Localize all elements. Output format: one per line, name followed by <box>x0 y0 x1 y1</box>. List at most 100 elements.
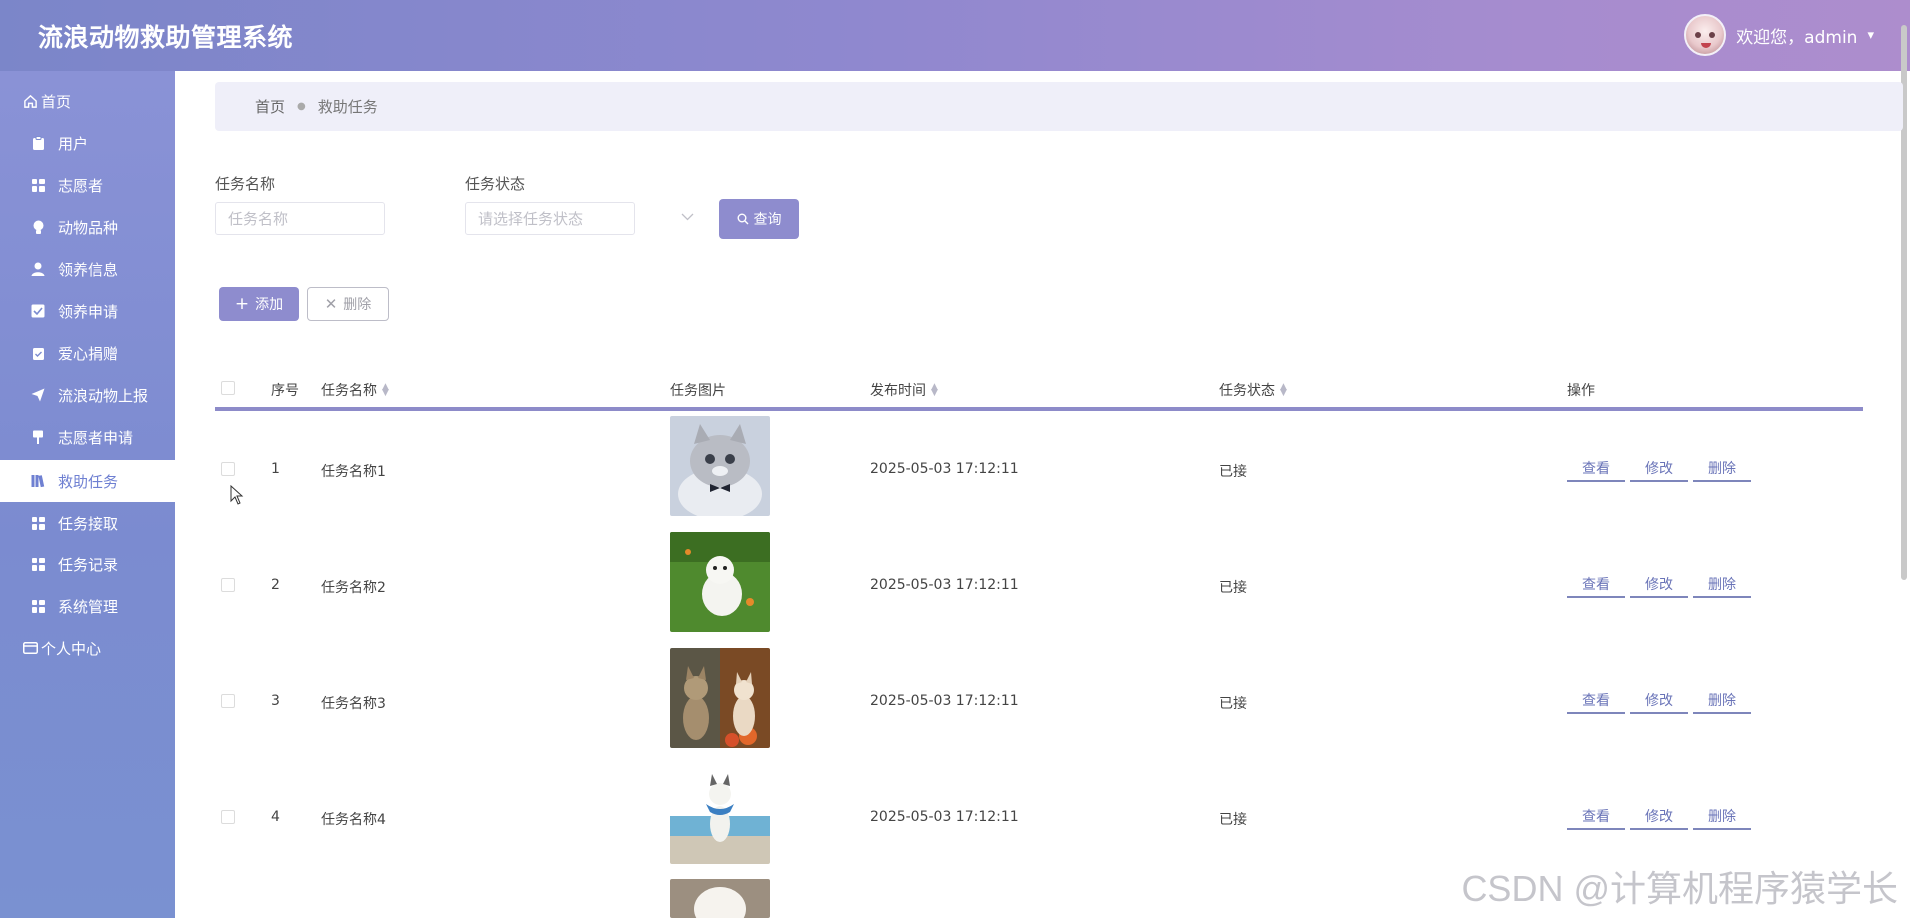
column-actions: 操作 <box>1567 380 1595 400</box>
add-button-label: 添加 <box>255 297 284 313</box>
sidebar-item-volunteers[interactable]: 志愿者 <box>0 164 175 206</box>
column-index-label: 序号 <box>271 383 299 399</box>
view-button[interactable]: 查看 <box>1567 456 1625 482</box>
app-title: 流浪动物救助管理系统 <box>38 23 294 52</box>
column-index: 序号 <box>271 380 299 400</box>
column-time[interactable]: 发布时间 ▲ ▼ <box>870 380 938 400</box>
sidebar: 首页 用户 志愿者 动物品种 领养信息 领养申请 爱心捐赠 流浪动物上报 志愿者… <box>0 71 175 918</box>
sort-icon[interactable]: ▲ ▼ <box>1280 383 1287 398</box>
sidebar-item-task-accept[interactable]: 任务接取 <box>0 502 175 544</box>
sidebar-item-label: 动物品种 <box>58 218 119 237</box>
sidebar-item-volunteer-apply[interactable]: 志愿者申请 <box>0 416 175 458</box>
select-all-checkbox[interactable] <box>221 381 235 395</box>
task-image[interactable] <box>670 764 770 864</box>
sidebar-item-animal-breeds[interactable]: 动物品种 <box>0 206 175 248</box>
home-icon <box>22 93 38 109</box>
sort-icon[interactable]: ▲ ▼ <box>931 383 938 398</box>
sidebar-item-label: 志愿者 <box>58 176 104 195</box>
add-button[interactable]: + 添加 <box>219 287 299 321</box>
plus-icon: + <box>234 293 250 314</box>
edit-button[interactable]: 修改 <box>1630 688 1688 714</box>
sidebar-item-adoption-apply[interactable]: 领养申请 <box>0 290 175 332</box>
column-time-label: 发布时间 <box>870 383 926 399</box>
sidebar-item-label: 任务接取 <box>58 514 119 533</box>
row-publish-time: 2025-05-03 17:12:11 <box>870 461 1019 477</box>
sidebar-item-donation[interactable]: 爱心捐赠 <box>0 332 175 374</box>
row-checkbox[interactable] <box>221 694 235 708</box>
table-row: 3 任务名称3 2025-05-03 17:12:11 已接 查看 修改 删除 <box>215 645 1863 761</box>
sidebar-item-users[interactable]: 用户 <box>0 122 175 164</box>
sort-icon[interactable]: ▲ ▼ <box>382 383 389 398</box>
edit-button[interactable]: 修改 <box>1630 572 1688 598</box>
user-menu[interactable]: 欢迎您，admin ▾ <box>1684 14 1874 56</box>
delete-button[interactable]: ✕ 删除 <box>307 287 389 321</box>
task-status-select[interactable]: 请选择任务状态 <box>465 202 635 235</box>
row-index: 2 <box>271 577 280 593</box>
column-image-label: 任务图片 <box>670 383 726 399</box>
sidebar-item-label: 任务记录 <box>58 555 119 574</box>
task-image[interactable] <box>670 879 770 918</box>
pin-icon <box>30 429 46 445</box>
task-image[interactable] <box>670 532 770 632</box>
check-square-icon <box>30 303 46 319</box>
sidebar-item-task-records[interactable]: 任务记录 <box>0 543 175 585</box>
chevron-down-icon[interactable] <box>681 210 694 224</box>
task-name-label: 任务名称 <box>215 175 276 193</box>
row-checkbox[interactable] <box>221 462 235 476</box>
user-icon <box>30 261 46 277</box>
sidebar-item-label: 流浪动物上报 <box>58 386 149 405</box>
clipboard-check-icon <box>30 345 46 361</box>
sidebar-item-stray-report[interactable]: 流浪动物上报 <box>0 374 175 416</box>
edit-button[interactable]: 修改 <box>1630 804 1688 830</box>
sidebar-item-adoption-info[interactable]: 领养信息 <box>0 248 175 290</box>
row-publish-time: 2025-05-03 17:12:11 <box>870 577 1019 593</box>
task-image[interactable] <box>670 648 770 748</box>
task-image[interactable] <box>670 416 770 516</box>
row-delete-button[interactable]: 删除 <box>1693 572 1751 598</box>
grid-icon <box>30 515 46 531</box>
sidebar-item-system[interactable]: 系统管理 <box>0 585 175 627</box>
search-icon <box>737 213 749 225</box>
sidebar-item-label: 用户 <box>58 134 89 153</box>
avatar[interactable] <box>1684 14 1727 56</box>
sidebar-item-profile[interactable]: 个人中心 <box>0 627 175 669</box>
column-image: 任务图片 <box>670 380 726 400</box>
row-delete-button[interactable]: 删除 <box>1693 688 1751 714</box>
edit-button[interactable]: 修改 <box>1630 456 1688 482</box>
sidebar-item-rescue-tasks[interactable]: 救助任务 <box>0 460 175 502</box>
breadcrumb-home[interactable]: 首页 <box>255 96 285 117</box>
delete-button-label: 删除 <box>343 297 372 313</box>
watermark: CSDN @计算机程序猿学长 <box>1461 868 1898 909</box>
sidebar-item-home[interactable]: 首页 <box>0 80 175 122</box>
query-button-label: 查询 <box>753 212 782 228</box>
table-row: 1 任务名称1 2025-05-03 17:12:11 已接 查看 修改 删除 <box>215 413 1863 529</box>
view-button[interactable]: 查看 <box>1567 804 1625 830</box>
breadcrumb-separator: ● <box>297 101 306 112</box>
row-publish-time: 2025-05-03 17:12:11 <box>870 809 1019 825</box>
chevron-down-icon[interactable]: ▾ <box>1867 28 1874 43</box>
grid-icon <box>30 556 46 572</box>
row-task-name: 任务名称3 <box>321 696 386 712</box>
row-checkbox[interactable] <box>221 578 235 592</box>
book-icon <box>30 473 46 489</box>
view-button[interactable]: 查看 <box>1567 688 1625 714</box>
column-status[interactable]: 任务状态 ▲ ▼ <box>1219 380 1287 400</box>
column-name-label: 任务名称 <box>321 383 377 399</box>
top-header: 流浪动物救助管理系统 欢迎您，admin ▾ <box>0 0 1910 580</box>
query-button[interactable]: 查询 <box>719 199 799 239</box>
task-status-label: 任务状态 <box>465 175 526 193</box>
clipboard-icon <box>30 135 46 151</box>
row-delete-button[interactable]: 删除 <box>1693 804 1751 830</box>
task-name-input[interactable]: 任务名称 <box>215 202 385 235</box>
sidebar-item-label: 志愿者申请 <box>58 428 134 447</box>
row-status: 已接 <box>1219 696 1247 712</box>
row-checkbox[interactable] <box>221 810 235 824</box>
view-button[interactable]: 查看 <box>1567 572 1625 598</box>
column-name[interactable]: 任务名称 ▲ ▼ <box>321 380 389 400</box>
close-icon: ✕ <box>324 295 338 313</box>
row-task-name: 任务名称2 <box>321 580 386 596</box>
sidebar-item-label: 领养信息 <box>58 260 119 279</box>
row-delete-button[interactable]: 删除 <box>1693 456 1751 482</box>
bulb-icon <box>30 219 46 235</box>
sidebar-item-label: 系统管理 <box>58 597 119 616</box>
